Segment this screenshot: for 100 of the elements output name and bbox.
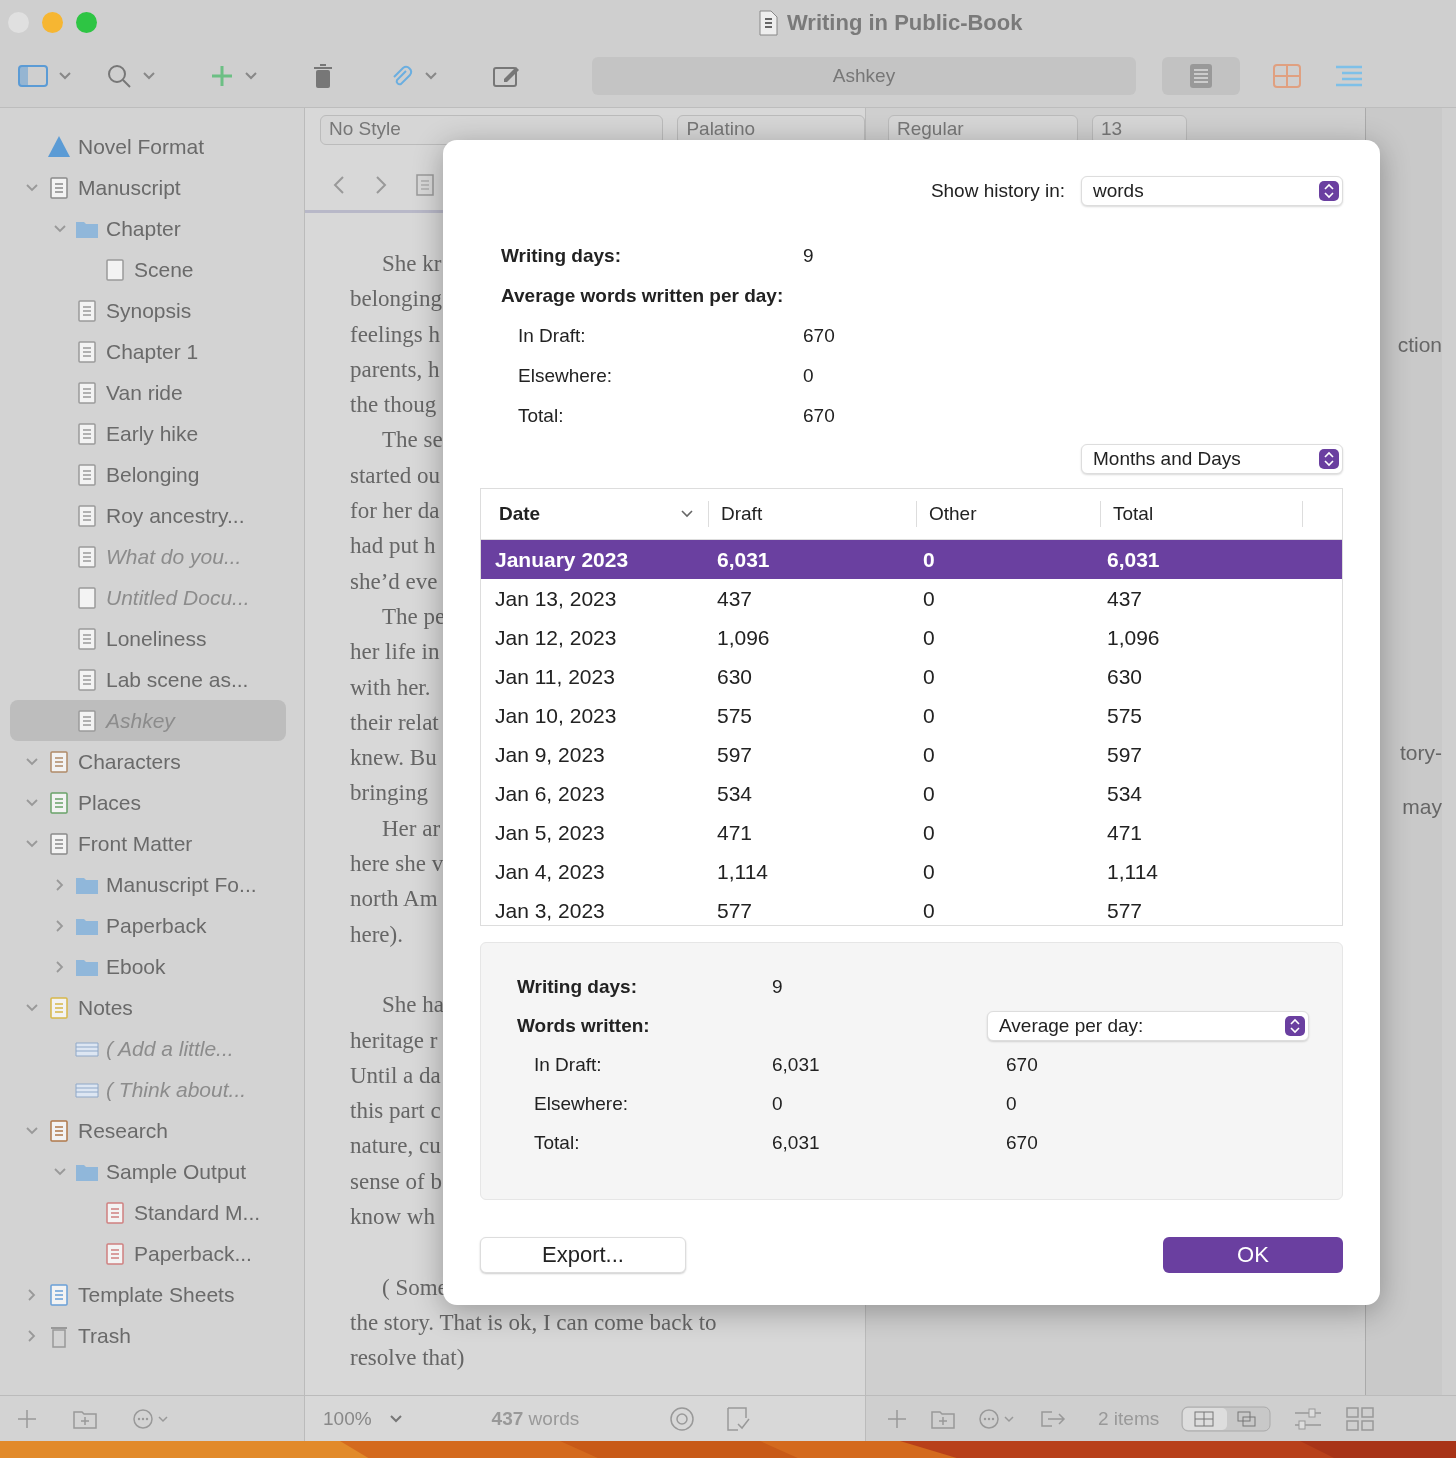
table-row[interactable]: Jan 5, 2023 471 0 471 [481,813,1342,852]
stat-value: 6,031 [772,1131,821,1154]
table-row[interactable]: Jan 13, 2023 437 0 437 [481,579,1342,618]
binder-item[interactable]: Manuscript [10,167,286,208]
grid-icon[interactable] [1345,1405,1376,1432]
binder-item[interactable]: Manuscript Fo... [10,864,286,905]
table-row[interactable]: Jan 10, 2023 575 0 575 [481,696,1342,735]
disclosure-icon[interactable] [25,837,39,850]
disclosure-icon[interactable] [25,1124,39,1137]
table-row[interactable]: January 2023 6,031 0 6,031 [481,540,1342,579]
binder-item[interactable]: Front Matter [10,823,286,864]
column-header[interactable]: Other [917,501,1101,527]
back-icon[interactable] [331,174,347,196]
binder-item[interactable]: Chapter 1 [10,331,286,372]
disclosure-icon[interactable] [25,755,39,768]
add-icon[interactable] [886,1407,908,1430]
binder-item[interactable]: ( Add a little... [10,1028,286,1069]
history-label: Show history in: [930,180,1065,202]
table-row[interactable]: Jan 9, 2023 597 0 597 [481,735,1342,774]
table-cell-text: 471 [1106,820,1144,845]
stepper-icon[interactable] [1285,1015,1305,1036]
stat-label: In Draft: [518,325,587,347]
disclosure-icon[interactable] [53,1165,67,1178]
text-line: nature, cu [350,1133,441,1159]
binder-item[interactable]: Roy ancestry... [10,495,286,536]
column-header[interactable]: Total [1101,501,1303,527]
minimize-button[interactable] [42,12,63,33]
table-cell-text: Jan 11, 2023 [494,664,616,689]
table-cell-text: 437 [1106,586,1144,611]
add-icon[interactable] [210,64,234,88]
style-dropdown[interactable]: No Style [320,115,664,145]
corkboard-icon[interactable] [1272,63,1302,89]
binder-item[interactable]: Template Sheets [10,1274,286,1315]
binder-item[interactable]: Van ride [10,372,286,413]
add-icon[interactable] [16,1407,38,1430]
sidebar-toggle-icon[interactable] [18,63,48,89]
binder-item[interactable]: Belonging [10,454,286,495]
forward-icon[interactable] [373,174,389,196]
binder-item[interactable]: Synopsis [10,290,286,331]
column-header[interactable]: Draft [709,501,917,527]
text-view-icon[interactable] [1162,57,1240,95]
binder-item[interactable]: Paperback... [10,1233,286,1274]
binder-item[interactable]: Novel Format [10,126,286,167]
binder-item[interactable]: Lab scene as... [10,659,286,700]
search-icon[interactable] [106,63,132,89]
summary-mode-dropdown[interactable]: Average per day: [987,1010,1309,1041]
binder-item[interactable]: Trash [10,1315,286,1356]
document-title-field[interactable]: Ashkey [592,57,1136,95]
stepper-icon[interactable] [1319,181,1339,201]
disclosure-icon[interactable] [25,181,39,194]
binder-item[interactable]: Early hike [10,413,286,454]
binder-item[interactable]: Loneliness [10,618,286,659]
chevron-down-icon[interactable] [58,71,72,81]
disclosure-icon[interactable] [53,222,67,235]
target-icon[interactable] [669,1405,696,1432]
column-header[interactable]: Date [481,501,709,527]
disclosure-icon[interactable] [25,796,39,809]
binder-item[interactable]: Sample Output [10,1151,286,1192]
binder-item[interactable]: Notes [10,987,286,1028]
binder-item[interactable]: Scene [10,249,286,290]
text-line: her life in [350,639,440,665]
text-line: The pe [382,603,446,629]
document-icon[interactable] [415,173,435,197]
export-button[interactable]: Export... [480,1237,686,1273]
stat-value: 0 [803,365,814,387]
ok-button[interactable]: OK [1163,1237,1343,1273]
checklist-icon[interactable] [725,1405,752,1432]
binder-item[interactable]: Research [10,1110,286,1151]
stepper-icon[interactable] [1319,449,1339,469]
grouping-dropdown[interactable]: Months and Days [1081,444,1343,474]
chevron-down-icon[interactable] [424,71,438,81]
binder-item[interactable]: Ebook [10,946,286,987]
table-cell-text: 0 [922,625,936,650]
binder-item[interactable]: Untitled Docu... [10,577,286,618]
binder-item[interactable]: Characters [10,741,286,782]
binder-item[interactable]: Places [10,782,286,823]
binder-item[interactable]: What do you... [10,536,286,577]
table-row[interactable]: Jan 12, 2023 1,096 0 1,096 [481,618,1342,657]
chevron-down-icon[interactable] [389,1414,402,1423]
zoom-dropdown[interactable]: 100% [323,1407,402,1430]
table-row[interactable]: Jan 6, 2023 534 0 534 [481,774,1342,813]
trash-icon[interactable] [312,62,334,90]
binder-item[interactable]: ( Think about... [10,1069,286,1110]
outline-icon[interactable] [1334,63,1364,89]
binder-item[interactable]: Chapter [10,208,286,249]
sliders-icon[interactable] [1293,1406,1324,1431]
view-mode-icon[interactable] [1181,1405,1272,1432]
table-cell-text: 0 [922,781,936,806]
disclosure-icon[interactable] [25,1001,39,1014]
table-cell-text: Jan 3, 2023 [494,898,606,923]
sort-icon[interactable] [680,509,694,519]
table-row[interactable]: Jan 11, 2023 630 0 630 [481,657,1342,696]
chevron-down-icon[interactable] [142,71,156,81]
table-row[interactable]: Jan 3, 2023 577 0 577 [481,891,1342,925]
zoom-button[interactable] [76,12,97,33]
binder-item[interactable]: Paperback [10,905,286,946]
table-row[interactable]: Jan 4, 2023 1,114 0 1,114 [481,852,1342,891]
history-unit-dropdown[interactable]: words [1081,176,1343,206]
chevron-down-icon[interactable] [244,71,258,81]
binder-item[interactable]: Standard M... [10,1192,286,1233]
